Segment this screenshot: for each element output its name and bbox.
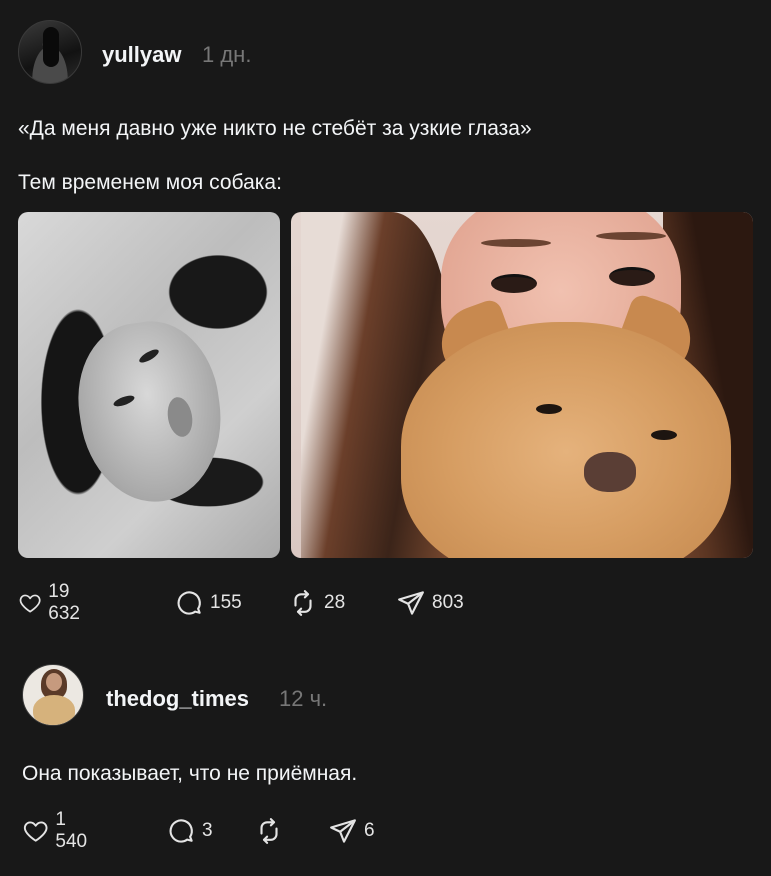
like-count: 19 632	[48, 581, 80, 624]
share-count: 6	[364, 820, 375, 841]
comment-bubble-icon	[169, 819, 193, 843]
send-icon	[330, 819, 356, 843]
post-text-line: Она показывает, что не приёмная.	[22, 762, 358, 785]
like-count: 1 540	[55, 809, 88, 852]
heart-icon	[19, 594, 41, 613]
post-text-line: «Да меня давно уже никто не стебёт за уз…	[18, 117, 532, 140]
post-image-girl-with-dog[interactable]	[291, 212, 753, 558]
share-count: 803	[432, 592, 464, 613]
post-text-line: Тем временем моя собака:	[18, 171, 282, 194]
comment-count: 3	[202, 820, 213, 841]
repost-icon	[294, 590, 312, 616]
post: thedog_times 12 ч. Она показывает, что н…	[0, 640, 771, 876]
like-button[interactable]: 1 540	[22, 809, 94, 852]
repost-count: 28	[324, 592, 346, 613]
repost-button[interactable]	[254, 816, 290, 846]
post-time: 12 ч.	[279, 686, 328, 711]
comment-button[interactable]: 155	[174, 588, 242, 618]
avatar[interactable]	[22, 664, 84, 726]
heart-icon	[23, 821, 48, 842]
post-author[interactable]: thedog_times	[106, 686, 249, 712]
avatar[interactable]	[18, 20, 82, 84]
repost-button[interactable]: 28	[288, 588, 345, 618]
share-button[interactable]: 803	[396, 588, 464, 618]
comment-count: 155	[210, 592, 242, 613]
post-time: 1 дн.	[202, 42, 252, 67]
like-button[interactable]: 19 632	[18, 581, 90, 624]
comment-bubble-icon	[177, 591, 201, 615]
post: yullyaw 1 дн. «Да меня давно уже никто н…	[0, 0, 771, 640]
share-button[interactable]: 6	[328, 816, 375, 846]
comment-button[interactable]: 3	[166, 816, 213, 846]
repost-icon	[260, 818, 278, 844]
post-author[interactable]: yullyaw	[102, 42, 181, 68]
send-icon	[398, 591, 424, 615]
post-image-bw-portrait[interactable]	[18, 212, 280, 558]
